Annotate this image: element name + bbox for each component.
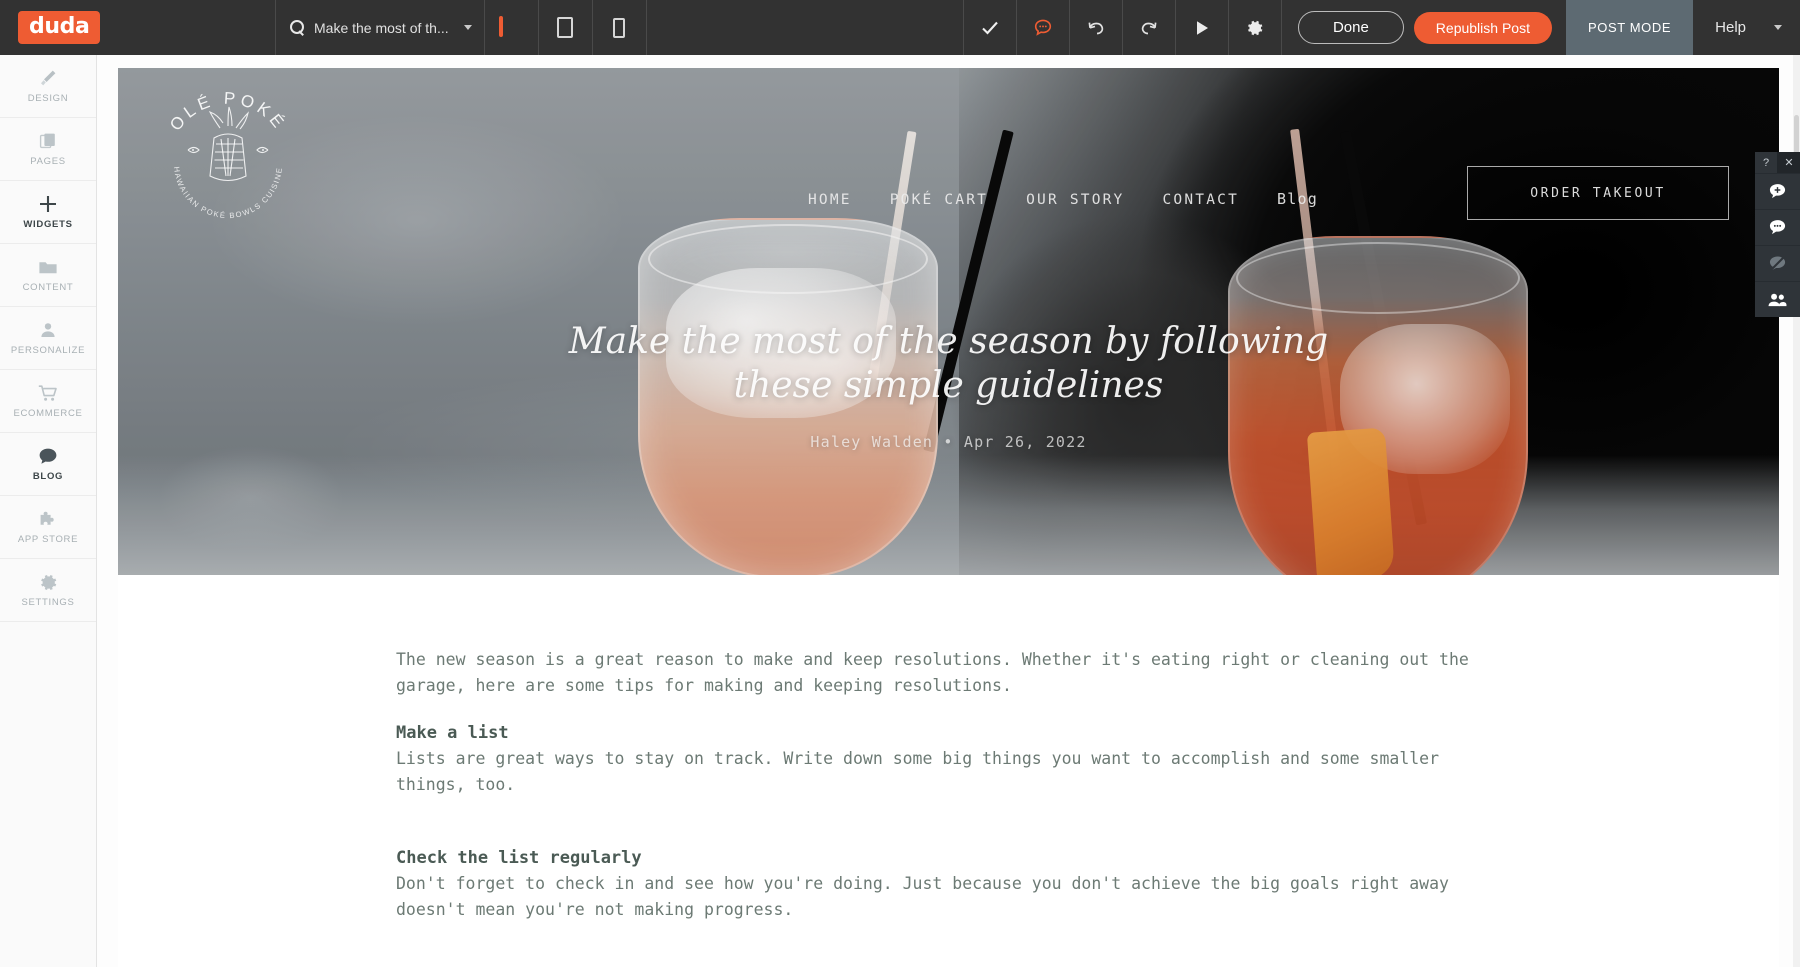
section-body: Don't forget to check in and see how you…: [396, 873, 1449, 919]
collaboration-panel-header: ? ✕: [1755, 152, 1800, 173]
editor-sidebar: DESIGN PAGES WIDGETS CONTENT PERSONALIZE…: [0, 55, 97, 967]
sidebar-item-label: APP STORE: [17, 534, 79, 545]
duda-logo-wrap[interactable]: duda: [0, 0, 110, 55]
desktop-icon: [499, 15, 523, 38]
device-toggle-tablet[interactable]: [539, 0, 592, 55]
sidebar-item-pages[interactable]: PAGES: [0, 118, 96, 181]
nav-link-our-story[interactable]: OUR STORY: [1026, 192, 1124, 208]
hero-section[interactable]: OLÉ POKÉ HAWAIIAN POKÉ BOWLS CUISINE HOM…: [118, 68, 1779, 575]
post-section: Make a list Lists are great ways to stay…: [396, 721, 1779, 798]
mobile-icon: [613, 17, 626, 38]
person-icon: [38, 320, 58, 340]
sidebar-item-label: WIDGETS: [23, 219, 73, 230]
nav-link-home[interactable]: HOME: [808, 192, 852, 208]
puzzle-icon: [37, 509, 59, 529]
search-icon: [290, 20, 305, 35]
redo-icon: [1138, 18, 1160, 38]
plus-icon: [37, 194, 59, 214]
sidebar-item-content[interactable]: CONTENT: [0, 244, 96, 307]
sidebar-item-label: PERSONALIZE: [10, 345, 86, 356]
people-icon: [1767, 291, 1788, 309]
collaborators-button[interactable]: [1755, 281, 1800, 317]
gear-icon: [38, 572, 59, 592]
collaboration-panel-body: [1755, 173, 1800, 317]
site-navigation[interactable]: HOME POKÉ CART OUR STORY CONTACT Blog: [808, 190, 1318, 208]
sidebar-item-label: PAGES: [30, 156, 66, 167]
add-comment-icon: [1768, 182, 1787, 201]
page-search[interactable]: Make the most of th...: [276, 0, 484, 55]
help-label: Help: [1715, 19, 1746, 36]
post-title: Make the most of the season by following…: [568, 321, 1329, 406]
tablet-icon: [557, 17, 574, 38]
topbar-left-spacer: [110, 0, 275, 55]
site-preview[interactable]: OLÉ POKÉ HAWAIIAN POKÉ BOWLS CUISINE HOM…: [118, 68, 1779, 967]
comment-icon: [1033, 18, 1053, 38]
help-menu[interactable]: Help: [1693, 0, 1800, 55]
eye-slash-icon: [1768, 254, 1787, 273]
nav-link-poke-cart[interactable]: POKÉ CART: [890, 192, 988, 208]
collaboration-panel[interactable]: ? ✕: [1755, 152, 1800, 317]
sidebar-item-app-store[interactable]: APP STORE: [0, 496, 96, 559]
divider: [1280, 0, 1282, 55]
nav-link-blog[interactable]: Blog: [1277, 190, 1318, 208]
settings-button[interactable]: [1229, 0, 1281, 55]
preview-button[interactable]: [1176, 0, 1228, 55]
gear-icon: [1245, 18, 1265, 38]
panel-close-button[interactable]: ✕: [1778, 152, 1800, 173]
sidebar-item-label: BLOG: [32, 471, 64, 482]
device-toggle-mobile[interactable]: [593, 0, 646, 55]
sidebar-item-design[interactable]: DESIGN: [0, 55, 96, 118]
order-takeout-button[interactable]: ORDER TAKEOUT: [1467, 166, 1729, 220]
hide-comments-button[interactable]: [1755, 245, 1800, 281]
sidebar-item-ecommerce[interactable]: ECOMMERCE: [0, 370, 96, 433]
post-byline: Haley Walden • Apr 26, 2022: [810, 433, 1087, 451]
section-body: Lists are great ways to stay on track. W…: [396, 748, 1440, 794]
folder-icon: [37, 257, 59, 277]
add-comment-button[interactable]: [1755, 173, 1800, 209]
section-heading: Check the list regularly: [396, 847, 642, 868]
comment-button[interactable]: [1017, 0, 1069, 55]
post-intro-paragraph: The new season is a great reason to make…: [396, 650, 1469, 696]
sidebar-item-blog[interactable]: BLOG: [0, 433, 96, 496]
topbar-center-spacer: [647, 0, 963, 55]
post-mode-tab[interactable]: POST MODE: [1565, 0, 1694, 55]
republish-post-button[interactable]: Republish Post: [1413, 11, 1552, 44]
sidebar-item-widgets[interactable]: WIDGETS: [0, 181, 96, 244]
sidebar-item-label: DESIGN: [27, 93, 69, 104]
approve-button[interactable]: [964, 0, 1016, 55]
panel-help-button[interactable]: ?: [1755, 152, 1778, 173]
editor-topbar: duda Make the most of th... Done Republi…: [0, 0, 1800, 55]
sidebar-item-settings[interactable]: SETTINGS: [0, 559, 96, 622]
duda-logo[interactable]: duda: [18, 11, 101, 44]
sidebar-item-label: CONTENT: [22, 282, 74, 293]
nav-link-contact[interactable]: CONTACT: [1162, 192, 1239, 208]
sidebar-item-personalize[interactable]: PERSONALIZE: [0, 307, 96, 370]
search-input[interactable]: Make the most of th...: [314, 20, 449, 36]
play-icon: [1193, 19, 1211, 37]
post-body[interactable]: The new season is a great reason to make…: [118, 575, 1779, 967]
chevron-down-icon[interactable]: [463, 25, 472, 30]
sidebar-item-label: ECOMMERCE: [13, 408, 83, 419]
brush-icon: [38, 68, 58, 88]
checkmark-icon: [980, 18, 1000, 38]
device-toggle-desktop[interactable]: [485, 0, 538, 55]
comments-button[interactable]: [1755, 209, 1800, 245]
comment-bubble-icon: [1768, 218, 1787, 237]
pages-icon: [38, 131, 58, 151]
post-section: Check the list regularly Don't forget to…: [396, 846, 1779, 923]
sidebar-item-label: SETTINGS: [21, 597, 75, 608]
site-logo[interactable]: OLÉ POKÉ HAWAIIAN POKÉ BOWLS CUISINE: [148, 80, 308, 230]
undo-button[interactable]: [1070, 0, 1122, 55]
redo-button[interactable]: [1123, 0, 1175, 55]
editor-canvas[interactable]: OLÉ POKÉ HAWAIIAN POKÉ BOWLS CUISINE HOM…: [97, 55, 1800, 967]
chat-bubble-icon: [37, 446, 59, 466]
done-button[interactable]: Done: [1297, 11, 1404, 44]
undo-icon: [1085, 18, 1107, 38]
section-heading: Make a list: [396, 723, 509, 744]
cart-icon: [37, 383, 59, 403]
chevron-down-icon[interactable]: [1774, 25, 1782, 30]
